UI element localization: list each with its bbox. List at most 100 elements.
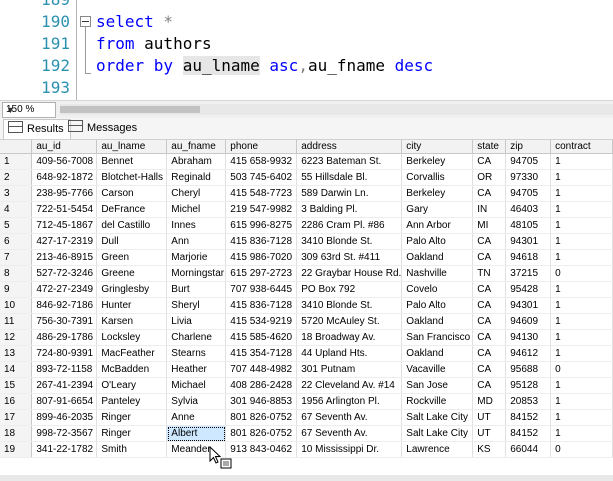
grid-cell[interactable]: 409-56-7008 (31, 153, 98, 170)
row-number[interactable]: 14 (0, 361, 33, 378)
grid-cell[interactable]: 1 (550, 425, 613, 442)
grid-cell[interactable]: Vacaville (401, 361, 474, 378)
grid-cell[interactable]: UT (472, 425, 507, 442)
column-header-contract[interactable]: contract (550, 140, 613, 154)
code-line[interactable]: 192 order by au_lname asc,au_fname desc (0, 55, 613, 77)
grid-cell[interactable]: Smith (96, 441, 168, 458)
grid-cell[interactable]: Innes (166, 217, 227, 234)
table-row[interactable]: 16 807-91-6654 Panteley Sylvia 301 946-8853 1… (0, 393, 613, 410)
row-number[interactable]: 11 (0, 313, 33, 330)
grid-cell[interactable]: Berkeley (401, 153, 474, 170)
row-header-corner[interactable] (0, 140, 33, 154)
column-header-au_id[interactable]: au_id (31, 140, 98, 154)
column-header-city[interactable]: city (401, 140, 474, 154)
grid-cell[interactable]: 67 Seventh Av. (296, 425, 403, 442)
column-header-phone[interactable]: phone (225, 140, 298, 154)
grid-cell[interactable]: Abraham (166, 153, 227, 170)
grid-cell[interactable]: 46403 (505, 201, 552, 218)
column-header-address[interactable]: address (296, 140, 403, 154)
grid-cell[interactable]: 913 843-0462 (225, 441, 298, 458)
grid-cell[interactable]: 415 836-7128 (225, 297, 298, 314)
row-number[interactable]: 9 (0, 281, 33, 298)
grid-cell[interactable]: 503 745-6402 (225, 169, 298, 186)
grid-cell[interactable]: 22 Graybar House Rd. (296, 265, 403, 282)
row-number[interactable]: 5 (0, 217, 33, 234)
grid-cell[interactable]: Marjorie (166, 249, 227, 266)
grid-cell[interactable]: 37215 (505, 265, 552, 282)
grid-cell[interactable]: UT (472, 409, 507, 426)
grid-cell[interactable]: 1 (550, 217, 613, 234)
table-row[interactable]: 18 998-72-3567 Ringer Albert 801 826-0752 67 … (0, 425, 613, 442)
row-number[interactable]: 13 (0, 345, 33, 362)
grid-cell[interactable]: 0 (550, 265, 613, 282)
table-row[interactable]: 17 899-46-2035 Ringer Anne 801 826-0752 67 Se… (0, 409, 613, 426)
row-number[interactable]: 3 (0, 185, 33, 202)
grid-cell[interactable]: Ann Arbor (401, 217, 474, 234)
grid-cell[interactable]: CA (472, 233, 507, 250)
grid-cell[interactable]: 6223 Bateman St. (296, 153, 403, 170)
table-row[interactable]: 1 409-56-7008 Bennet Abraham 415 658-9932 622… (0, 153, 613, 170)
grid-cell[interactable]: del Castillo (96, 217, 168, 234)
grid-cell[interactable]: Anne (166, 409, 227, 426)
query-editor[interactable]: 189190 select * 191 from authors 192 order by… (0, 0, 613, 100)
grid-cell[interactable]: 615 996-8275 (225, 217, 298, 234)
grid-cell[interactable]: CA (472, 153, 507, 170)
row-number[interactable]: 15 (0, 377, 33, 394)
grid-cell[interactable]: 712-45-1867 (31, 217, 98, 234)
grid-cell[interactable]: 267-41-2394 (31, 377, 98, 394)
grid-cell[interactable]: MD (472, 393, 507, 410)
grid-cell[interactable]: Oakland (401, 249, 474, 266)
table-row[interactable]: 8 527-72-3246 Greene Morningstar 615 297-272… (0, 265, 613, 282)
grid-cell[interactable]: 301 Putnam (296, 361, 403, 378)
grid-cell[interactable]: O'Leary (96, 377, 168, 394)
grid-cell[interactable]: 415 658-9932 (225, 153, 298, 170)
grid-cell[interactable]: Michel (166, 201, 227, 218)
grid-cell[interactable]: Rockville (401, 393, 474, 410)
grid-cell[interactable]: 1 (550, 169, 613, 186)
grid-cell[interactable]: Blotchet-Halls (96, 169, 168, 186)
grid-cell[interactable]: 1 (550, 329, 613, 346)
grid-cell[interactable]: 301 946-8853 (225, 393, 298, 410)
grid-cell[interactable]: Greene (96, 265, 168, 282)
column-header-state[interactable]: state (472, 140, 507, 154)
code-line[interactable]: 193 (0, 77, 613, 99)
grid-cell[interactable]: Carson (96, 185, 168, 202)
grid-cell[interactable]: Palo Alto (401, 233, 474, 250)
grid-cell[interactable]: 309 63rd St. #411 (296, 249, 403, 266)
grid-cell[interactable]: 94609 (505, 313, 552, 330)
grid-cell[interactable]: Burt (166, 281, 227, 298)
grid-cell[interactable]: 3 Balding Pl. (296, 201, 403, 218)
grid-cell[interactable]: 846-92-7186 (31, 297, 98, 314)
grid-cell[interactable]: 341-22-1782 (31, 441, 98, 458)
table-row[interactable]: 9 472-27-2349 Gringlesby Burt 707 938-6445 PO… (0, 281, 613, 298)
column-header-au_fname[interactable]: au_fname (166, 140, 227, 154)
grid-cell[interactable]: 589 Darwin Ln. (296, 185, 403, 202)
grid-cell[interactable]: Sylvia (166, 393, 227, 410)
table-row[interactable]: 11 756-30-7391 Karsen Livia 415 534-9219 5720… (0, 313, 613, 330)
grid-cell[interactable]: 724-80-9391 (31, 345, 98, 362)
grid-cell[interactable]: San Francisco (401, 329, 474, 346)
grid-cell[interactable]: Palo Alto (401, 297, 474, 314)
grid-cell[interactable]: 0 (550, 361, 613, 378)
grid-cell[interactable]: 1 (550, 185, 613, 202)
grid-cell[interactable]: 55 Hillsdale Bl. (296, 169, 403, 186)
grid-cell[interactable]: 94130 (505, 329, 552, 346)
code-line[interactable]: 191 from authors (0, 33, 613, 55)
grid-cell[interactable]: 94612 (505, 345, 552, 362)
grid-cell[interactable]: 44 Upland Hts. (296, 345, 403, 362)
table-row[interactable]: 10 846-92-7186 Hunter Sheryl 415 836-7128 341… (0, 297, 613, 314)
grid-cell[interactable]: 10 Mississippi Dr. (296, 441, 403, 458)
zoom-select[interactable]: 150 % ▼ (2, 102, 56, 118)
grid-cell[interactable]: 722-51-5454 (31, 201, 98, 218)
row-number[interactable]: 7 (0, 249, 33, 266)
grid-cell[interactable]: Bennet (96, 153, 168, 170)
grid-cell[interactable]: PO Box 792 (296, 281, 403, 298)
grid-cell[interactable]: 94301 (505, 233, 552, 250)
grid-cell[interactable]: Morningstar (166, 265, 227, 282)
grid-cell[interactable]: 22 Cleveland Av. #14 (296, 377, 403, 394)
grid-cell[interactable]: 66044 (505, 441, 552, 458)
grid-cell[interactable]: CA (472, 345, 507, 362)
column-header-zip[interactable]: zip (505, 140, 552, 154)
grid-cell[interactable]: 1 (550, 233, 613, 250)
grid-cell[interactable]: Dull (96, 233, 168, 250)
